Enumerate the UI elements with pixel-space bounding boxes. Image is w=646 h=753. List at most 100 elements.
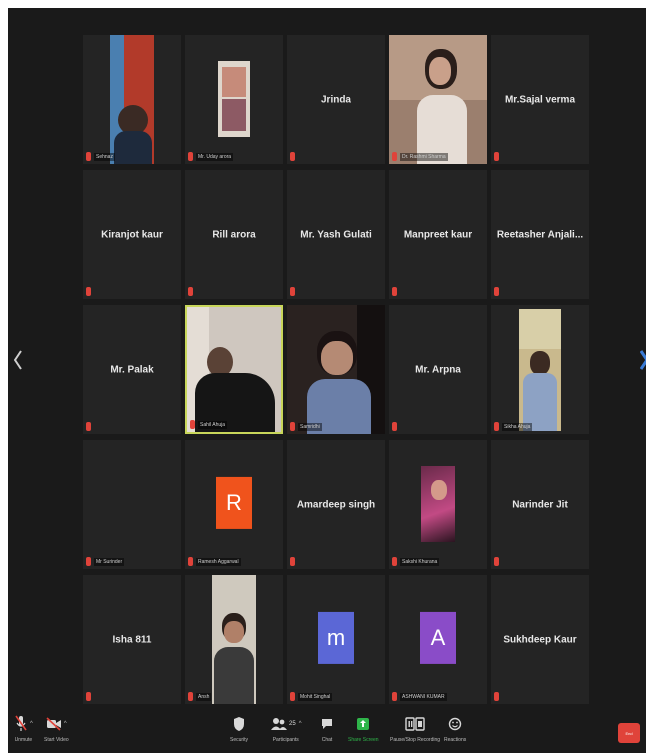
muted-mic-icon bbox=[392, 287, 397, 296]
muted-mic-icon bbox=[494, 557, 499, 566]
participant-name: Isha 811 bbox=[112, 634, 152, 645]
muted-mic-icon bbox=[86, 152, 91, 161]
security-button[interactable]: Security bbox=[230, 713, 248, 743]
participant-name: Mr.Sajal verma bbox=[504, 94, 576, 105]
participant-name: Reetasher Anjali... bbox=[496, 229, 584, 240]
participant-tile[interactable]: Kiranjot kaur bbox=[83, 170, 181, 299]
next-page-arrow-icon[interactable] bbox=[640, 346, 646, 374]
participant-name-label bbox=[86, 422, 91, 431]
participant-name-label bbox=[290, 152, 295, 161]
participant-name-label: Mohit Singhal bbox=[290, 692, 333, 701]
gallery-grid: Sehnaz Mr. Uday arora Jrinda Dr. Rashmi … bbox=[83, 35, 589, 704]
previous-page-arrow-icon[interactable] bbox=[14, 346, 22, 374]
participant-name-label bbox=[86, 287, 91, 296]
participant-tile[interactable]: Amardeep singh bbox=[287, 440, 385, 569]
participant-name: Mr. Palak bbox=[110, 364, 154, 375]
muted-mic-icon bbox=[290, 557, 295, 566]
end-meeting-button[interactable]: End bbox=[618, 723, 640, 743]
participant-name: Amardeep singh bbox=[296, 499, 376, 510]
participant-tile[interactable]: Mr. Yash Gulati bbox=[287, 170, 385, 299]
muted-mic-icon bbox=[392, 557, 397, 566]
participant-name: Manpreet kaur bbox=[403, 229, 473, 240]
participant-tile[interactable]: Isha 811 bbox=[83, 575, 181, 704]
participant-name-label: Sakshi Khurana bbox=[392, 557, 440, 566]
participant-name: Sukhdeep Kaur bbox=[503, 634, 577, 645]
muted-mic-icon bbox=[290, 287, 295, 296]
participants-button[interactable]: 25 ^ Participants bbox=[270, 713, 302, 743]
profile-photo bbox=[218, 61, 250, 137]
muted-mic-icon bbox=[86, 287, 91, 296]
participant-name-label bbox=[86, 692, 91, 701]
muted-mic-icon bbox=[494, 692, 499, 701]
pause-stop-recording-button[interactable]: Pause/Stop Recording bbox=[390, 713, 440, 743]
shield-icon bbox=[234, 717, 245, 731]
muted-mic-icon bbox=[494, 152, 499, 161]
chat-icon bbox=[322, 719, 332, 729]
muted-mic-icon bbox=[392, 692, 397, 701]
muted-mic-icon bbox=[188, 692, 193, 701]
smiley-icon bbox=[448, 717, 462, 731]
participant-tile[interactable]: R Ramesh Aggarwal bbox=[185, 440, 283, 569]
participant-tile[interactable]: Jrinda bbox=[287, 35, 385, 164]
participant-name: Narinder Jit bbox=[512, 499, 568, 510]
participant-name-label: Samridhi bbox=[290, 422, 322, 431]
participant-tile[interactable]: Mr. Arpna bbox=[389, 305, 487, 434]
avatar: R bbox=[216, 476, 252, 529]
muted-mic-icon bbox=[86, 422, 91, 431]
participant-name-label bbox=[290, 557, 295, 566]
participant-tile[interactable]: Rill arora bbox=[185, 170, 283, 299]
participant-name-label: Dr. Rashmi Sharma bbox=[392, 152, 448, 161]
muted-mic-icon bbox=[188, 557, 193, 566]
participant-tile[interactable]: Dr. Rashmi Sharma bbox=[389, 35, 487, 164]
participant-tile[interactable]: Reetasher Anjali... bbox=[491, 170, 589, 299]
muted-mic-icon bbox=[86, 557, 91, 566]
participant-name-label: Sahil Ahuja bbox=[190, 420, 228, 429]
participant-name: Rill arora bbox=[212, 229, 256, 240]
participant-tile[interactable]: Mr. Uday arora bbox=[185, 35, 283, 164]
unmute-button[interactable]: ^ Unmute bbox=[14, 713, 33, 743]
participant-name-label: Sikha Ahuja bbox=[494, 422, 533, 431]
participant-tile[interactable]: Sakshi Khurana bbox=[389, 440, 487, 569]
chat-button[interactable]: Chat bbox=[320, 713, 334, 743]
participant-tile[interactable]: Mr Surinder bbox=[83, 440, 181, 569]
participant-name: Kiranjot kaur bbox=[101, 229, 163, 240]
avatar: m bbox=[318, 611, 354, 664]
participant-name-label: Ramesh Aggarwal bbox=[188, 557, 241, 566]
participant-video bbox=[110, 35, 154, 164]
reactions-button[interactable]: Reactions bbox=[444, 713, 466, 743]
muted-mic-icon bbox=[290, 152, 295, 161]
muted-mic-icon bbox=[494, 422, 499, 431]
start-video-button[interactable]: ^ Start Video bbox=[44, 713, 69, 743]
muted-mic-icon bbox=[190, 420, 195, 429]
participant-video bbox=[287, 305, 385, 434]
muted-mic-icon bbox=[86, 692, 91, 701]
meeting-window: Sehnaz Mr. Uday arora Jrinda Dr. Rashmi … bbox=[8, 8, 646, 753]
muted-mic-icon bbox=[15, 715, 27, 731]
participant-name-label: Ansh bbox=[188, 692, 212, 701]
active-speaker-tile[interactable]: Sahil Ahuja bbox=[185, 305, 283, 434]
participants-icon bbox=[271, 718, 287, 730]
profile-photo bbox=[421, 466, 455, 542]
participant-tile[interactable]: Narinder Jit bbox=[491, 440, 589, 569]
participant-tile[interactable]: Sehnaz bbox=[83, 35, 181, 164]
participant-tile[interactable]: Sukhdeep Kaur bbox=[491, 575, 589, 704]
participant-name-label bbox=[494, 557, 499, 566]
muted-mic-icon bbox=[290, 692, 295, 701]
participant-name-label bbox=[392, 287, 397, 296]
participant-tile[interactable]: Mr. Palak bbox=[83, 305, 181, 434]
participant-tile[interactable]: A ASHWANI KUMAR bbox=[389, 575, 487, 704]
participant-tile[interactable]: Manpreet kaur bbox=[389, 170, 487, 299]
share-screen-button[interactable]: Share Screen bbox=[348, 713, 379, 743]
participant-tile[interactable]: m Mohit Singhal bbox=[287, 575, 385, 704]
participant-tile[interactable]: Sikha Ahuja bbox=[491, 305, 589, 434]
participant-name-label: Mr. Uday arora bbox=[188, 152, 234, 161]
participant-tile[interactable]: Ansh bbox=[185, 575, 283, 704]
participant-tile[interactable]: Mr.Sajal verma bbox=[491, 35, 589, 164]
participant-name-label bbox=[188, 287, 193, 296]
profile-photo bbox=[519, 309, 561, 431]
muted-mic-icon bbox=[392, 152, 397, 161]
participant-name-label: Sehnaz bbox=[86, 152, 115, 161]
participant-name: Jrinda bbox=[320, 94, 351, 105]
participant-name-label bbox=[494, 287, 499, 296]
participant-tile[interactable]: Samridhi bbox=[287, 305, 385, 434]
